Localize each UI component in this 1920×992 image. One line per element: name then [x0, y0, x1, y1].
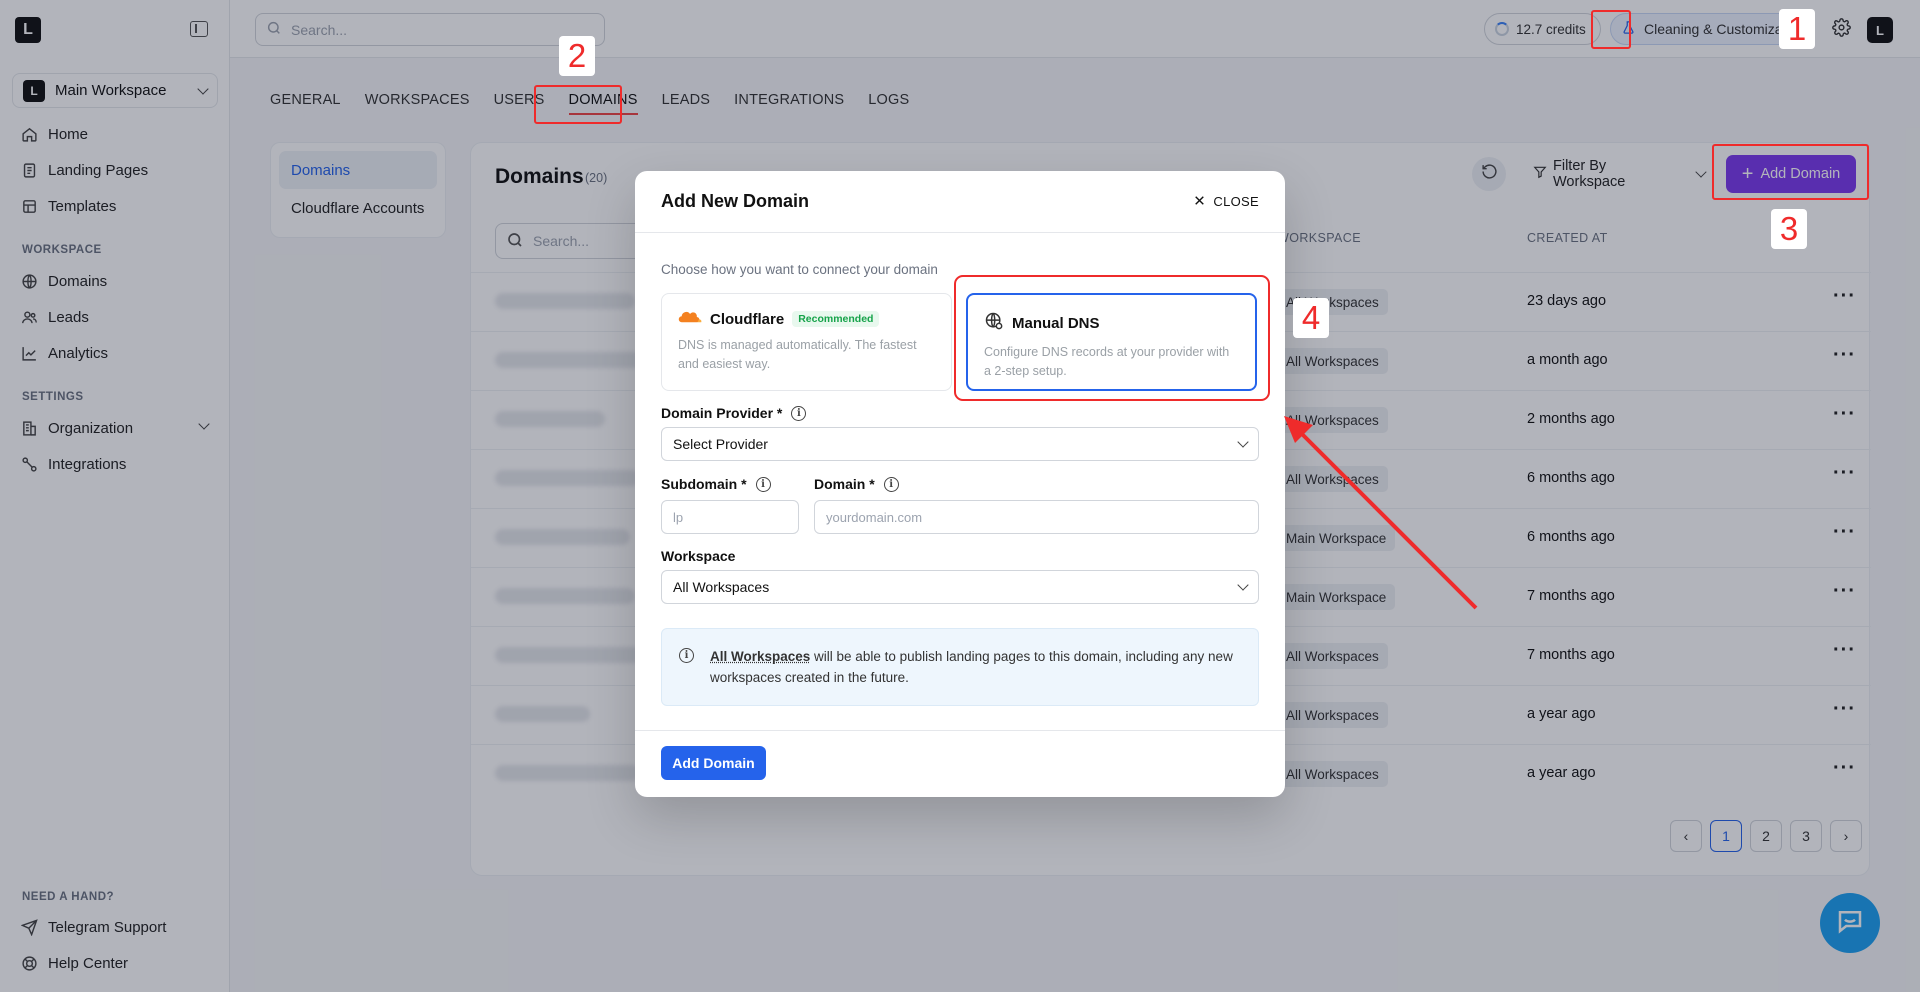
- annotation-number-3: 3: [1771, 209, 1807, 249]
- domain-label: Domain * i: [814, 476, 899, 492]
- option-cloudflare-desc: DNS is managed automatically. The fastes…: [678, 338, 917, 371]
- workspace-label: Workspace: [661, 548, 736, 564]
- workspace-select[interactable]: All Workspaces: [661, 570, 1259, 604]
- modal-header: Add New Domain CLOSE: [635, 171, 1285, 233]
- add-domain-modal: Add New Domain CLOSE Choose how you want…: [635, 171, 1285, 797]
- info-icon[interactable]: i: [883, 476, 899, 492]
- connect-hint: Choose how you want to connect your doma…: [661, 262, 938, 277]
- domain-provider-label: Domain Provider * i: [661, 405, 807, 421]
- domain-provider-select[interactable]: Select Provider: [661, 427, 1259, 461]
- modal-title: Add New Domain: [661, 191, 810, 211]
- close-icon: [1193, 194, 1206, 210]
- subdomain-input[interactable]: lp: [661, 500, 799, 534]
- workspace-value: All Workspaces: [673, 579, 770, 595]
- annotation-box-settings: [1591, 10, 1631, 49]
- annotation-box-domains-tab: [534, 85, 622, 124]
- chevron-down-icon: [1237, 436, 1249, 448]
- annotation-number-1: 1: [1779, 9, 1815, 49]
- domain-provider-label-text: Domain Provider *: [661, 405, 783, 421]
- subdomain-label-text: Subdomain *: [661, 476, 747, 492]
- info-icon[interactable]: i: [791, 405, 807, 421]
- recommended-badge: Recommended: [792, 311, 880, 327]
- option-cloudflare[interactable]: Cloudflare Recommended DNS is managed au…: [661, 293, 952, 391]
- domain-input[interactable]: yourdomain.com: [814, 500, 1259, 534]
- close-button[interactable]: CLOSE: [1193, 194, 1259, 210]
- subdomain-label: Subdomain * i: [661, 476, 771, 492]
- subdomain-placeholder: lp: [673, 509, 684, 525]
- option-cloudflare-title: Cloudflare: [710, 310, 785, 328]
- domain-label-text: Domain *: [814, 476, 875, 492]
- annotation-number-2: 2: [559, 36, 595, 76]
- info-icon: i: [679, 648, 694, 663]
- annotation-box-add-domain: [1712, 144, 1869, 200]
- info-icon[interactable]: i: [755, 476, 771, 492]
- close-label: CLOSE: [1213, 194, 1259, 209]
- note-link[interactable]: All Workspaces: [710, 649, 810, 664]
- chevron-down-icon: [1237, 579, 1249, 591]
- domain-provider-value: Select Provider: [673, 436, 768, 452]
- domain-placeholder: yourdomain.com: [826, 509, 923, 525]
- annotation-box-manual-dns: [954, 275, 1270, 401]
- workspace-info-note: i All Workspaces will be able to publish…: [661, 628, 1259, 706]
- cloudflare-icon: [678, 310, 702, 328]
- annotation-number-4: 4: [1293, 298, 1329, 338]
- modal-footer: Add Domain: [635, 730, 1285, 797]
- submit-add-domain-button[interactable]: Add Domain: [661, 746, 766, 780]
